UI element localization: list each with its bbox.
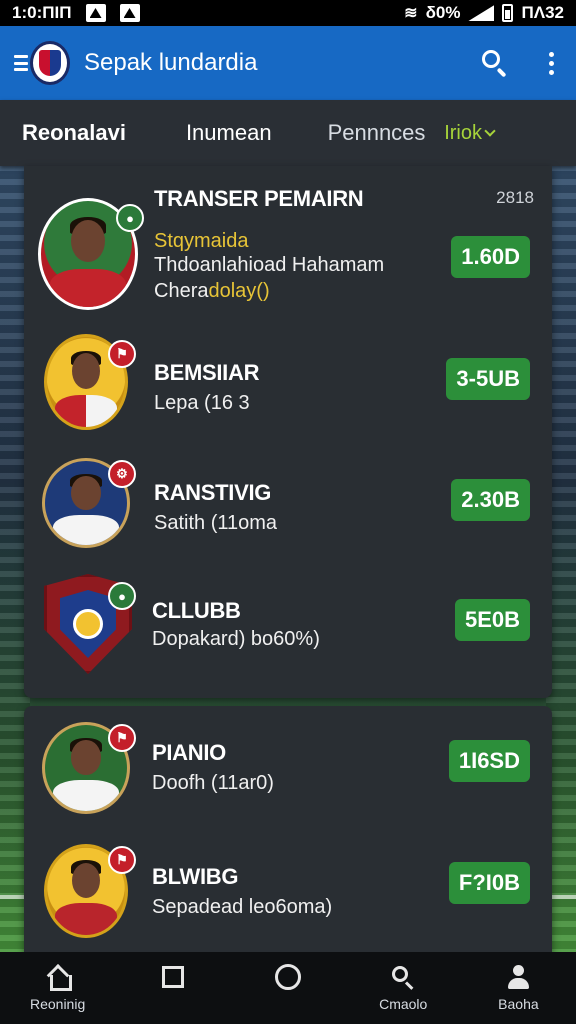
price-badge[interactable]: 2.30B [451, 479, 530, 521]
player-name: CLLUBB [152, 598, 241, 623]
tab-dropdown[interactable]: Iriok [444, 121, 496, 145]
player-name: BLWIBG [152, 864, 239, 889]
nav-label: Cmaolo [379, 996, 428, 1012]
club-logo-icon [30, 41, 70, 85]
nav-circle[interactable] [230, 952, 345, 1024]
person-icon [505, 964, 531, 990]
notification-icon [119, 4, 140, 22]
player-detail-suffix: dolay() [208, 280, 270, 302]
player-detail-prefix: Chera [154, 280, 209, 302]
nav-home[interactable]: Reoninig [0, 952, 115, 1024]
notification-icon [85, 4, 106, 22]
search-icon [390, 964, 416, 990]
home-icon [45, 964, 72, 991]
player-detail: Doofh (11ar0) [152, 772, 274, 794]
signal-icon [468, 5, 495, 21]
nav-search[interactable]: Cmaolo [346, 952, 461, 1024]
player-list-card: ⚑ PIANIO Doofh (11ar0) 1I6SD ⚑ BLWIBG Se… [24, 706, 552, 956]
club-badge-icon: ⚙ [108, 460, 136, 488]
price-badge[interactable]: 1I6SD [448, 740, 530, 782]
tab-inumean[interactable]: Inumean [186, 120, 272, 146]
menu-icon[interactable] [14, 55, 28, 71]
club-badge-icon: ⚑ [108, 846, 136, 874]
price-badge[interactable]: F?I0B [448, 862, 530, 904]
nav-label: Baoha [498, 996, 539, 1012]
status-right-text: ΠΛ32 [521, 3, 564, 22]
player-detail: Cheradolay() [154, 280, 270, 303]
tab-bar: Reonalavi Inumean Pennnces Iriok [0, 100, 576, 166]
player-detail: Sepadead leo6oma) [152, 896, 333, 918]
player-description: Thdoanlahioad Hahamam [154, 254, 385, 276]
app-bar: Sepak lundardia [0, 26, 576, 100]
search-icon[interactable] [481, 49, 509, 78]
nav-profile[interactable]: Baoha [461, 952, 576, 1024]
tab-pennnces[interactable]: Pennnces [328, 120, 426, 146]
price-badge[interactable]: 1.60D [451, 236, 530, 278]
player-name: BEMSIIAR [154, 360, 260, 385]
player-name: RANSTIVIG [154, 480, 272, 505]
app-title: Sepak lundardia [84, 49, 258, 76]
club-badge-icon: ● [116, 204, 144, 232]
more-vert-icon[interactable] [549, 51, 554, 75]
player-detail: Dopakard) bo60%) [152, 628, 320, 650]
nav-label: Reoninig [29, 996, 86, 1012]
tab-reonalavi[interactable]: Reonalavi [22, 120, 126, 146]
player-tag: Stqymaida [154, 230, 249, 252]
player-detail: Satith (11oma [154, 512, 278, 534]
square-icon [161, 966, 184, 988]
status-bar: 1:0:ΠΙΠ ≋ δ0% ΠΛ32 [0, 0, 576, 26]
price-badge[interactable]: 3-5UB [446, 358, 530, 400]
nav-square[interactable] [115, 952, 230, 1024]
battery-icon [502, 4, 514, 22]
chevron-down-icon [484, 125, 496, 137]
club-badge-icon: ⚑ [108, 340, 136, 368]
status-time: 1:0:ΠΙΠ [12, 3, 72, 22]
card-year: 2818 [496, 188, 534, 207]
card-title: TRANSER PEMAIRN [154, 186, 364, 211]
player-detail: Lepa (16 3 [154, 392, 250, 414]
price-badge[interactable]: 5E0B [454, 599, 530, 641]
player-name: PIANIO [152, 740, 226, 765]
club-badge-icon: ● [108, 582, 136, 610]
circle-icon [275, 964, 301, 990]
battery-percent: δ0% [425, 3, 461, 22]
tab-iriok-label: Iriok [444, 121, 482, 144]
wifi-icon: ≋ [404, 5, 418, 22]
bottom-navigation: Reoninig Cmaolo Baoha [0, 952, 576, 1024]
club-badge-icon: ⚑ [108, 724, 136, 752]
transfer-card: TRANSER PEMAIRN 2818 ● Stqymaida Thdoanl… [24, 166, 552, 698]
